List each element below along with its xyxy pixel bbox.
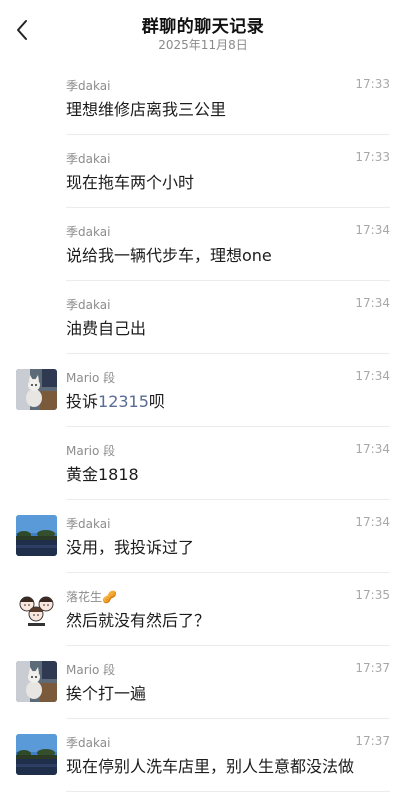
page-title: 群聊的聊天记录 [141, 17, 265, 37]
message-item[interactable]: 季dakai 17:34 说给我一辆代步车，理想one [0, 208, 406, 281]
avatar[interactable] [16, 661, 57, 702]
avatar[interactable] [16, 734, 57, 775]
sender-name: 落花生🥜 [66, 590, 117, 604]
text-segment: 投诉 [66, 392, 99, 411]
header: 群聊的聊天记录 2025年11月8日 [0, 0, 406, 60]
message-time: 17:34 [355, 369, 390, 383]
message-item[interactable]: Mario 段 17:37 挨个打一遍 [0, 646, 406, 719]
message-time: 17:34 [355, 442, 390, 456]
cat-photo-avatar-icon [16, 661, 57, 702]
message-text: 挨个打一遍 [66, 684, 147, 703]
message-time: 17:33 [355, 150, 390, 164]
divider [66, 791, 390, 792]
message-text: 现在停别人洗车店里，别人生意都没法做 [66, 757, 355, 776]
message-item[interactable]: 落花生🥜 17:35 然后就没有然后了？ [0, 573, 406, 646]
phone-number-link[interactable]: 12315 [98, 392, 149, 411]
message-time: 17:37 [355, 734, 390, 748]
sender-name: Mario 段 [66, 444, 116, 458]
message-text: 投诉12315呗 [66, 388, 394, 412]
message-item[interactable]: 季dakai 17:33 理想维修店离我三公里 [0, 62, 406, 135]
landscape-photo-avatar-icon [16, 515, 57, 556]
message-time: 17:34 [355, 223, 390, 237]
avatar[interactable] [16, 515, 57, 556]
sender-name: 季dakai [66, 152, 111, 166]
message-item[interactable]: 季dakai 17:34 油费自己出 [0, 281, 406, 354]
cartoon-group-avatar-icon [16, 588, 57, 629]
message-list: 季dakai 17:33 理想维修店离我三公里 季dakai 17:33 现在拖… [0, 62, 406, 792]
message-text: 黄金1818 [66, 465, 139, 484]
message-item[interactable]: Mario 段 17:34 黄金1818 [0, 427, 406, 500]
message-time: 17:34 [355, 515, 390, 529]
record-date: 2025年11月8日 [158, 38, 248, 52]
message-item[interactable]: 季dakai 17:34 没用，我投诉过了 [0, 500, 406, 573]
avatar[interactable] [16, 588, 57, 629]
sender-name: 季dakai [66, 736, 111, 750]
sender-name: 季dakai [66, 517, 111, 531]
message-text: 油费自己出 [66, 319, 147, 338]
message-time: 17:34 [355, 296, 390, 310]
sender-name: Mario 段 [66, 371, 116, 385]
avatar[interactable] [16, 369, 57, 410]
cat-photo-avatar-icon [16, 369, 57, 410]
message-text: 理想维修店离我三公里 [66, 100, 227, 119]
message-item[interactable]: 季dakai 17:37 现在停别人洗车店里，别人生意都没法做 [0, 719, 406, 792]
sender-name: 季dakai [66, 298, 111, 312]
message-text: 现在拖车两个小时 [66, 173, 195, 192]
sender-name: 季dakai [66, 225, 111, 239]
message-time: 17:33 [355, 77, 390, 91]
text-segment: 呗 [148, 392, 165, 411]
sender-name: Mario 段 [66, 663, 116, 677]
message-time: 17:35 [355, 588, 390, 602]
message-time: 17:37 [355, 661, 390, 675]
message-text: 说给我一辆代步车，理想one [66, 246, 272, 265]
landscape-photo-avatar-icon [16, 734, 57, 775]
message-item[interactable]: 季dakai 17:33 现在拖车两个小时 [0, 135, 406, 208]
sender-name: 季dakai [66, 79, 111, 93]
message-text: 没用，我投诉过了 [66, 538, 195, 557]
message-text: 然后就没有然后了？ [66, 611, 211, 630]
message-item[interactable]: Mario 段 17:34 投诉12315呗 [0, 354, 406, 427]
